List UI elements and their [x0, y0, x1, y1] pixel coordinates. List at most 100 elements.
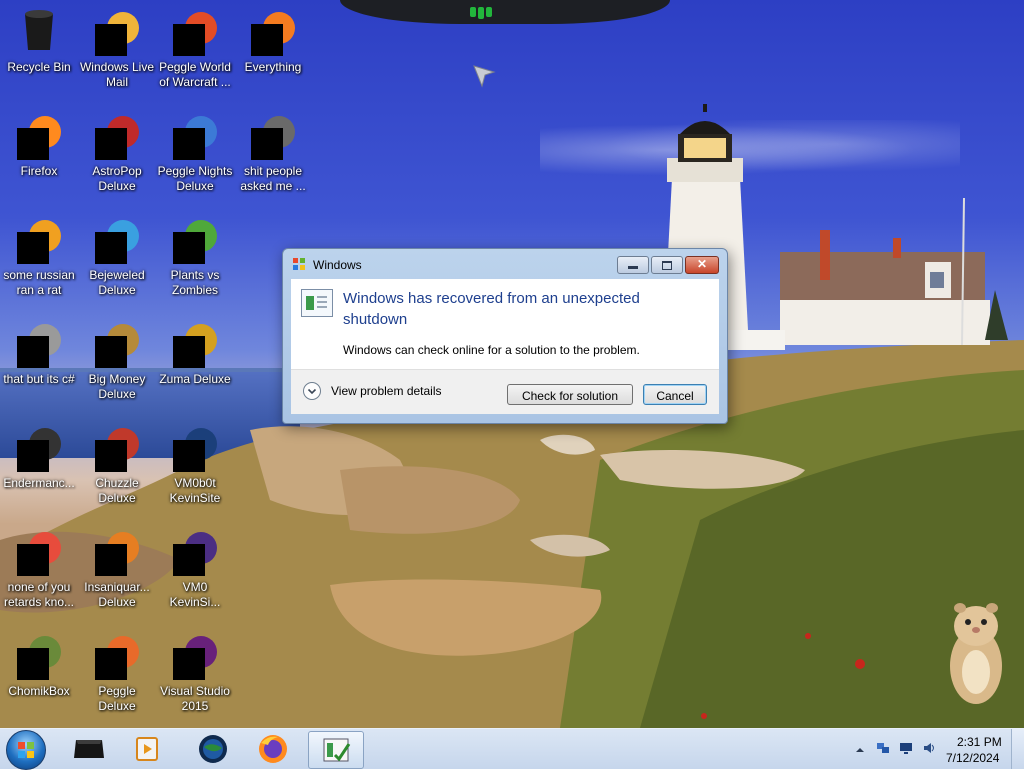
desktop-icon[interactable]: Insaniquar... Deluxe: [78, 522, 156, 610]
dialog-titlebar[interactable]: Windows ✕: [283, 249, 727, 279]
app-icon: [171, 526, 219, 576]
clock-date[interactable]: 7/12/2024: [946, 751, 999, 765]
game-icon: [171, 214, 219, 264]
desktop-icon[interactable]: Chuzzle Deluxe: [78, 418, 156, 506]
desktop-icon-label: none of you retards kno...: [3, 580, 75, 609]
windows-flag-icon: [293, 258, 305, 270]
redaction-block: [95, 648, 127, 680]
recycle-bin-icon: [15, 6, 63, 54]
desktop-icon[interactable]: Recycle Bin: [0, 2, 78, 75]
desktop-icon[interactable]: Visual Studio 2015: [156, 626, 234, 714]
desktop-icon[interactable]: Big Money Deluxe: [78, 314, 156, 402]
redaction-block: [173, 24, 205, 56]
desktop-icon-label: Windows Live Mail: [79, 60, 155, 89]
gem-icon: [93, 214, 141, 264]
app-icon: [171, 422, 219, 472]
desktop-icon[interactable]: none of you retards kno...: [0, 522, 78, 610]
desktop-icon[interactable]: shit people asked me ...: [234, 106, 312, 194]
indicator-icon: [478, 7, 484, 19]
hamster-sticker-icon: [950, 603, 1002, 704]
desktop-icon[interactable]: VM0b0t KevinSite: [156, 418, 234, 506]
app-icon: [15, 526, 63, 576]
show-hidden-icons-icon[interactable]: [854, 743, 868, 757]
redaction-block: [17, 128, 49, 160]
firefox-icon: [259, 735, 287, 763]
indicator-icon: [470, 7, 476, 17]
crash-recovery-dialog: Windows ✕ Windows has recovered from an …: [282, 248, 728, 424]
desktop-icon[interactable]: Everything: [234, 2, 312, 75]
start-button[interactable]: [6, 730, 46, 770]
redaction-block: [95, 440, 127, 472]
desktop-icon[interactable]: Peggle Nights Deluxe: [156, 106, 234, 194]
redaction-block: [17, 648, 49, 680]
redaction-block: [95, 128, 127, 160]
desktop-icon-label: Peggle Nights Deluxe: [157, 164, 233, 193]
redaction-block: [173, 648, 205, 680]
desktop-icon[interactable]: AstroPop Deluxe: [78, 106, 156, 194]
desktop-icon[interactable]: Windows Live Mail: [78, 2, 156, 90]
chevron-down-icon: [303, 382, 321, 400]
redaction-block: [251, 128, 283, 160]
dialog-message: Windows can check online for a solution …: [343, 343, 640, 357]
view-problem-details-toggle[interactable]: View problem details: [303, 382, 442, 400]
show-desktop-button[interactable]: [1011, 729, 1024, 769]
peggle-icon: [171, 110, 219, 160]
desktop-icon-label: AstroPop Deluxe: [92, 164, 142, 193]
game-icon: [93, 110, 141, 160]
desktop-icon-label: Zuma Deluxe: [159, 372, 231, 386]
taskbar-item-media-player[interactable]: [62, 731, 116, 767]
search-app-icon: [249, 6, 297, 56]
visual-studio-icon: [171, 630, 219, 680]
taskbar-item-globe[interactable]: [186, 731, 240, 767]
desktop-icon-label: shit people asked me ...: [240, 164, 306, 193]
maximize-button[interactable]: [651, 256, 683, 274]
mail-icon: [93, 6, 141, 56]
desktop-icon[interactable]: Endermanc...: [0, 418, 78, 491]
dialog-body: Windows has recovered from an unexpected…: [291, 279, 719, 369]
desktop-icon[interactable]: that but its c#: [0, 314, 78, 387]
desktop-icon[interactable]: Zuma Deluxe: [156, 314, 234, 387]
taskbar-item-firefox[interactable]: [246, 731, 300, 767]
minimize-icon: [628, 266, 638, 269]
globe-icon: [199, 735, 227, 763]
monitor-icon[interactable]: [899, 741, 913, 755]
desktop-icon[interactable]: Bejeweled Deluxe: [78, 210, 156, 298]
desktop-icon[interactable]: Peggle World of Warcraft ...: [156, 2, 234, 90]
desktop-icon-label: ChomikBox: [8, 684, 70, 698]
desktop-icon-label: Endermanc...: [3, 476, 75, 490]
indicator-icon: [486, 7, 492, 17]
desktop-icon-label: Visual Studio 2015: [160, 684, 230, 713]
check-for-solution-button[interactable]: Check for solution: [507, 384, 633, 405]
cancel-button[interactable]: Cancel: [643, 384, 707, 405]
mouse-cursor-icon: [473, 65, 496, 88]
desktop-icon-label: Peggle Deluxe: [98, 684, 136, 713]
firefox-icon: [15, 110, 63, 160]
desktop-icon[interactable]: Firefox: [0, 106, 78, 179]
desktop-icon[interactable]: Plants vs Zombies: [156, 210, 234, 298]
desktop-icon-label: Peggle World of Warcraft ...: [159, 60, 231, 89]
problem-report-icon: [301, 289, 333, 317]
redaction-block: [251, 24, 283, 56]
desktop-icon[interactable]: Peggle Deluxe: [78, 626, 156, 714]
desktop-icon-label: some russian ran a rat: [3, 268, 75, 297]
redaction-block: [17, 336, 49, 368]
taskbar: 2:31 PM 7/12/2024: [0, 728, 1024, 770]
dialog-heading: Windows has recovered from an unexpected…: [343, 290, 640, 328]
desktop-icon-label: VM0 KevinSi...: [169, 580, 221, 609]
game-icon: [171, 318, 219, 368]
clock-time[interactable]: 2:31 PM: [957, 735, 1002, 749]
app-icon: [15, 214, 63, 264]
taskbar-item-problem-reports[interactable]: [308, 731, 364, 769]
close-button[interactable]: ✕: [685, 256, 719, 274]
desktop-icon[interactable]: VM0 KevinSi...: [156, 522, 234, 610]
dialog-title: Windows: [313, 258, 362, 272]
desktop-icon[interactable]: ChomikBox: [0, 626, 78, 699]
shortcut-icon: [15, 318, 63, 368]
minimize-button[interactable]: [617, 256, 649, 274]
volume-icon[interactable]: [922, 741, 936, 755]
desktop-icon[interactable]: some russian ran a rat: [0, 210, 78, 298]
taskbar-item-media-center[interactable]: [120, 731, 174, 767]
app-icon: [15, 422, 63, 472]
network-icon[interactable]: [876, 741, 890, 755]
desktop-icon-label: Recycle Bin: [7, 60, 71, 74]
